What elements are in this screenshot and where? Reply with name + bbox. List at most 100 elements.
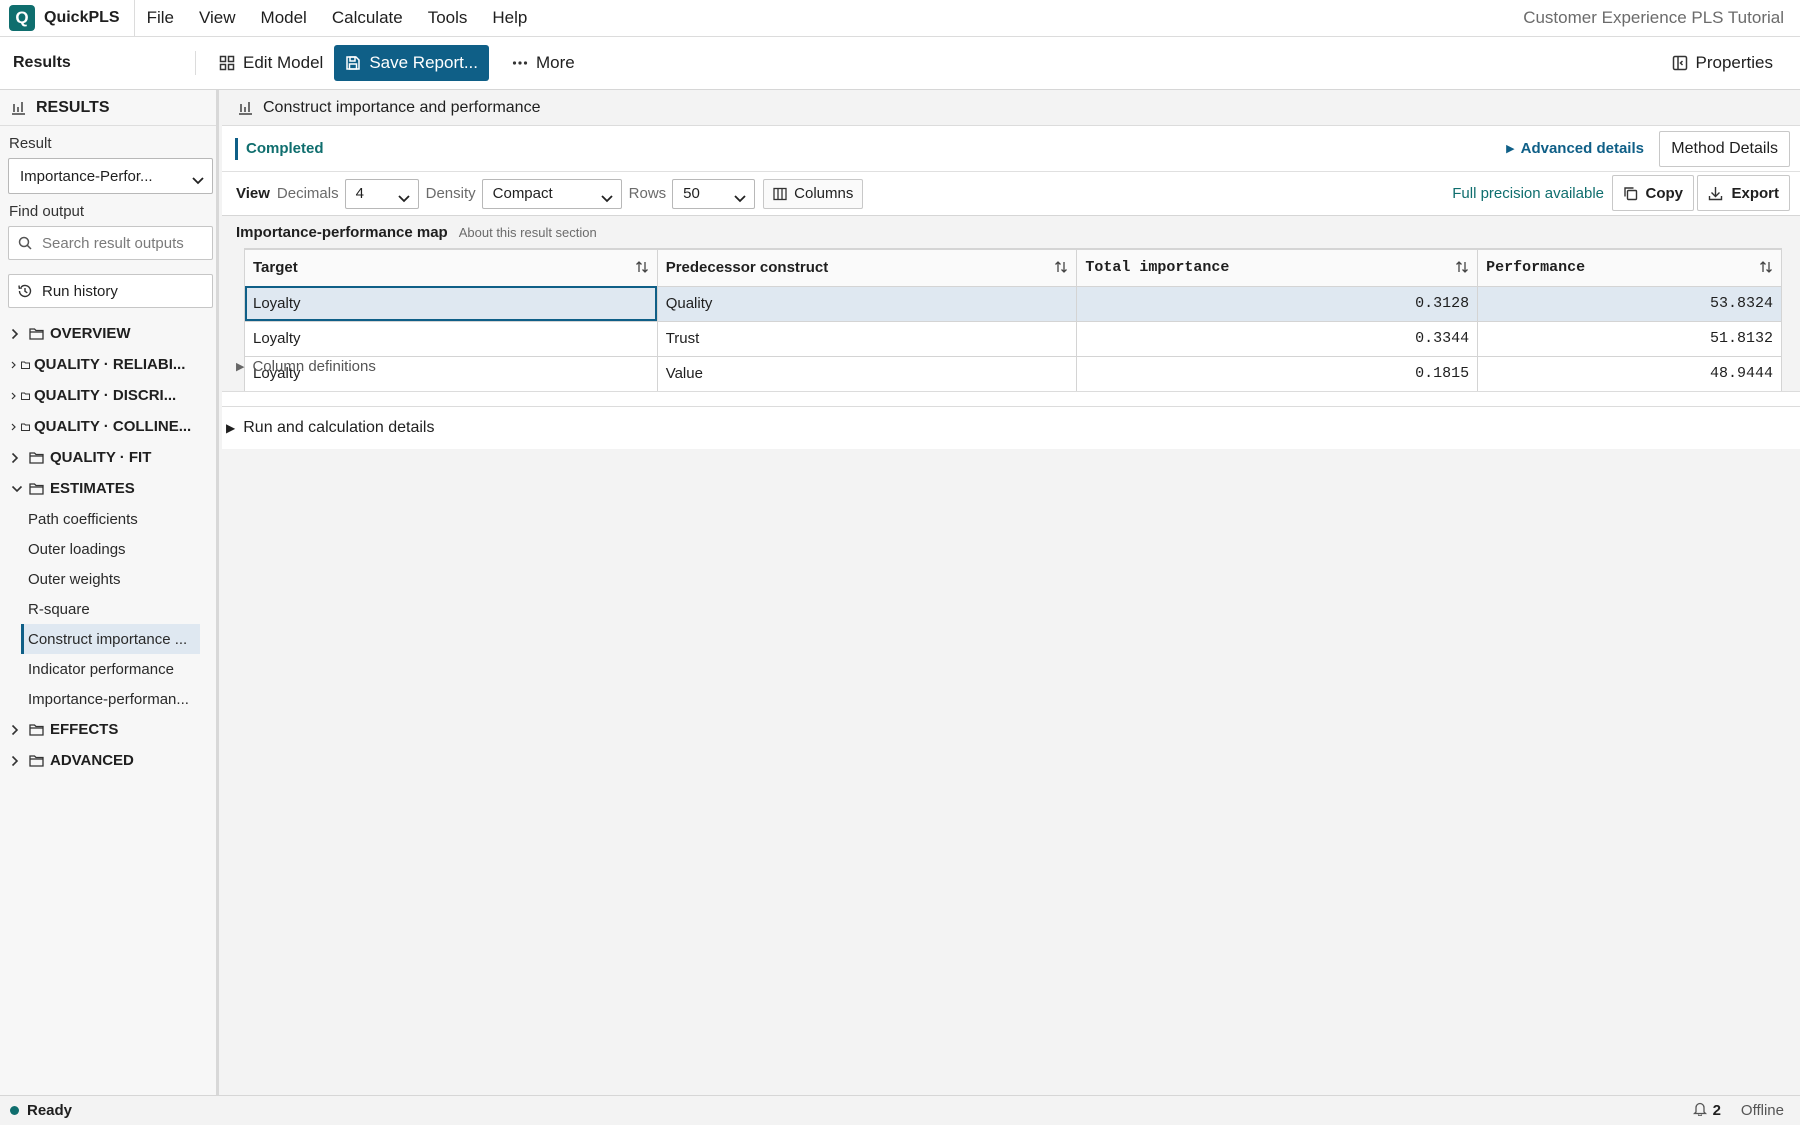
decimals-label: Decimals [276,185,339,202]
table-cell[interactable]: 0.3344 [1076,320,1479,357]
tree-item-outer-loadings[interactable]: Outer loadings [0,534,216,564]
main-panel: Construct importance and performance Com… [222,90,1800,1095]
advanced-details-toggle[interactable]: ▶ Advanced details [1506,140,1644,157]
menu-tools[interactable]: Tools [428,8,468,28]
run-details-label: Run and calculation details [243,419,435,436]
sort-icon[interactable] [635,260,649,278]
tree-group-label: QUALITY · COLLINE... [34,418,192,435]
edit-model-button[interactable]: Edit Model [208,45,334,81]
tree-group-quality-collinearity[interactable]: QUALITY · COLLINE... [0,411,216,442]
chevron-down-icon [11,485,25,493]
table-cell[interactable]: 51.8132 [1477,320,1782,357]
find-output-label: Find output [9,203,85,220]
chevron-right-icon [11,755,25,767]
advanced-details-label: Advanced details [1520,140,1644,157]
panel-icon [1672,55,1688,71]
decimals-value: 4 [355,185,364,202]
grid-icon [219,55,235,71]
tree-group-advanced[interactable]: ADVANCED [0,745,216,776]
status-badge: Completed [235,137,324,160]
table-row[interactable]: Loyalty Quality 0.3128 53.8324 [244,285,1782,322]
tree-group-quality-fit[interactable]: QUALITY · FIT [0,442,216,473]
bar-chart-icon [11,100,26,115]
chevron-right-icon [11,423,21,431]
tree-item-r-square[interactable]: R-square [0,594,216,624]
menu-help[interactable]: Help [492,8,527,28]
tree-group-estimates[interactable]: ESTIMATES [0,473,216,504]
export-button[interactable]: Export [1697,175,1790,211]
save-icon [345,55,361,71]
save-report-button[interactable]: Save Report... [334,45,489,81]
bell-icon[interactable] [1692,1101,1707,1120]
column-header-total-importance[interactable]: Total importance [1076,248,1479,287]
tree-group-effects[interactable]: EFFECTS [0,714,216,745]
column-header-label: Total importance [1085,259,1230,277]
table-cell[interactable]: Quality [656,285,1078,322]
column-header-performance[interactable]: Performance [1477,248,1782,287]
tree-group-overview[interactable]: OVERVIEW [0,318,216,349]
sort-icon[interactable] [1455,260,1469,279]
ready-status: Ready [27,1102,73,1119]
menu-calculate[interactable]: Calculate [332,8,403,28]
connection-status: Offline [1740,1102,1784,1119]
history-icon [17,283,33,299]
table-cell[interactable]: 53.8324 [1477,285,1782,322]
column-definitions-toggle[interactable]: ▶ Column definitions [236,358,376,375]
search-input[interactable]: Search result outputs [8,226,213,260]
result-title: Construct importance and performance [263,98,541,116]
table-cell[interactable]: 0.1815 [1076,355,1479,392]
result-header: Construct importance and performance [222,90,1800,126]
table-row[interactable]: Loyalty Value 0.1815 48.9444 [244,355,1782,392]
rows-select[interactable]: 50 [672,178,756,209]
sort-icon[interactable] [1759,260,1773,279]
menu-view[interactable]: View [199,8,236,28]
tree-group-quality-reliability[interactable]: QUALITY · RELIABI... [0,349,216,380]
chevron-down-icon [601,190,613,207]
columns-button[interactable]: Columns [763,178,864,209]
tree-group-label: EFFECTS [50,721,119,738]
menu-model[interactable]: Model [261,8,307,28]
table-cell[interactable]: Loyalty [244,320,658,357]
export-label: Export [1731,184,1779,202]
tree-item-path-coefficients[interactable]: Path coefficients [0,504,216,534]
method-details-button[interactable]: Method Details [1659,130,1790,167]
tree-item-indicator-performance[interactable]: Indicator performance [0,654,216,684]
triangle-right-icon: ▶ [1506,143,1515,155]
tree-item-construct-importance[interactable]: Construct importance ... [21,624,200,654]
tree-group-label: QUALITY · DISCRI... [34,387,177,404]
search-placeholder: Search result outputs [42,234,184,252]
table-cell[interactable]: 48.9444 [1477,355,1782,392]
tree-group-quality-discriminant[interactable]: QUALITY · DISCRI... [0,380,216,411]
toolbar: Results Edit Model Save Report... More P… [0,37,1800,90]
column-header-label: Performance [1486,259,1586,277]
column-header-target[interactable]: Target [244,248,658,287]
ellipsis-icon [512,55,528,71]
decimals-select[interactable]: 4 [344,178,419,209]
table-cell[interactable]: Value [656,355,1078,392]
section-name: Importance-performance map [236,223,448,241]
properties-button[interactable]: Properties [1661,45,1784,81]
density-select[interactable]: Compact [481,178,622,209]
tree-item-importance-performance[interactable]: Importance-performan... [0,684,216,714]
more-label: More [536,53,575,72]
sort-icon[interactable] [1054,260,1068,278]
table-row[interactable]: Loyalty Trust 0.3344 51.8132 [244,320,1782,357]
notification-count: 2 [1712,1102,1721,1119]
result-select[interactable]: Importance-Perfor... [8,158,213,194]
copy-label: Copy [1645,184,1684,202]
tree-item-outer-weights[interactable]: Outer weights [0,564,216,594]
more-button[interactable]: More [501,45,586,81]
run-history-button[interactable]: Run history [8,274,213,308]
column-header-predecessor[interactable]: Predecessor construct [656,248,1078,287]
sidebar: RESULTS Result Importance-Perfor... Find… [0,90,219,1095]
table-cell[interactable]: 0.3128 [1076,285,1479,322]
table-cell[interactable]: Trust [656,320,1078,357]
menu-file[interactable]: File [147,8,174,28]
about-section-link[interactable]: About this result section [459,225,597,240]
brand: Q QuickPLS [0,0,135,37]
table-cell[interactable]: Loyalty [244,285,658,322]
tree-group-label: OVERVIEW [50,325,131,342]
copy-button[interactable]: Copy [1611,175,1694,211]
view-options-row: View Decimals 4 Density Compact Rows 50 … [222,172,1800,216]
run-details-toggle[interactable]: ▶ Run and calculation details [222,407,1800,449]
